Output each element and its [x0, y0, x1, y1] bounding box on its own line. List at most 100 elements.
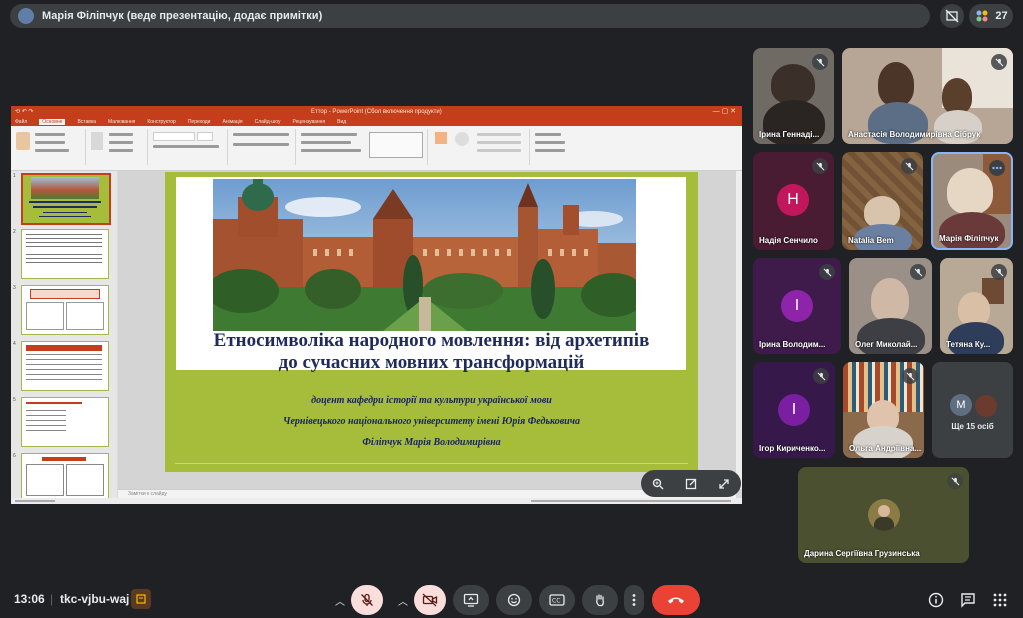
participant-name: Ірина Володим...: [759, 340, 826, 349]
presenter-avatar: [18, 8, 34, 24]
participant-tile[interactable]: Анастасія Володимирівна Сібрук: [842, 48, 1013, 144]
camera-toggle-button[interactable]: [414, 585, 446, 615]
end-call-icon: [668, 597, 684, 604]
slide-title-line2: до сучасних мовних трансформацій: [278, 352, 585, 373]
notes-placeholder: Замітки к слайду: [128, 491, 167, 497]
participant-name: Ірина Геннаді...: [759, 130, 820, 139]
ppt-tab[interactable]: Вид: [337, 119, 346, 125]
present-screen-button[interactable]: [453, 585, 489, 615]
avatar: [974, 394, 998, 418]
thumb-slide-3[interactable]: [21, 285, 109, 335]
thumb-slide-4[interactable]: [21, 341, 109, 391]
ppt-tabs: Файл Основне Вставка Малювання Конструктор Пе…: [11, 118, 742, 126]
pop-out-icon[interactable]: [680, 473, 702, 495]
participant-tile[interactable]: Ольга Андріївна...: [843, 362, 924, 458]
participant-name: Ольга Андріївна...: [849, 444, 922, 453]
participant-name: Дарина Сергіївна Грузинська: [804, 549, 920, 558]
shared-screen: ⟲ ↶ ↷ Еттор - PowerPoint (Сбол включення…: [11, 106, 742, 504]
participant-tile[interactable]: Тетяна Ку...: [940, 258, 1013, 354]
participant-name: Natalia Bem: [848, 236, 894, 245]
raise-hand-button[interactable]: [582, 585, 618, 615]
thumb-number: 3: [13, 285, 16, 291]
more-participants-tile[interactable]: M Ще 15 осіб: [932, 362, 1013, 458]
participant-tile[interactable]: І Ірина Володим...: [753, 258, 841, 354]
slide-title-line1: Етносимволіка народного мовлення: від ар…: [213, 330, 650, 351]
mic-off-icon: [361, 593, 373, 606]
ppt-window-title: Еттор - PowerPoint (Сбол включення проду…: [311, 109, 442, 115]
slide-divider: [175, 463, 688, 464]
ppt-tab[interactable]: Малювання: [108, 119, 135, 125]
participant-tile[interactable]: Natalia Bem: [842, 152, 923, 250]
avatar: Н: [777, 184, 809, 216]
ppt-tab[interactable]: Вставка: [77, 119, 96, 125]
info-icon[interactable]: [927, 591, 945, 609]
thumb-number: 6: [13, 453, 16, 459]
leave-call-button[interactable]: [652, 585, 700, 615]
vertical-scrollbar[interactable]: [736, 171, 742, 489]
more-options-icon[interactable]: [989, 160, 1005, 176]
thumb-number: 4: [13, 341, 16, 347]
avatar: [868, 499, 900, 531]
participant-tile[interactable]: Н Надія Сенчило: [753, 152, 834, 250]
ppt-tab[interactable]: Переходи: [188, 119, 211, 125]
thumb-slide-5[interactable]: [21, 397, 109, 447]
people-icon: [976, 10, 988, 22]
present-icon: [463, 593, 479, 607]
ppt-tab[interactable]: Рецензування: [293, 119, 326, 125]
activities-grid-icon[interactable]: [991, 591, 1009, 609]
thumb-slide-6[interactable]: [21, 453, 109, 503]
thumb-slide-2[interactable]: [21, 229, 109, 279]
captions-button[interactable]: CC: [539, 585, 575, 615]
mic-off-icon: [901, 158, 917, 174]
participant-tile[interactable]: Ірина Геннаді...: [753, 48, 834, 144]
mic-toggle-button[interactable]: [351, 585, 383, 615]
slide-subtitle-3: Філіпчук Марія Володимирівна: [362, 437, 501, 448]
participant-tile-active[interactable]: Марія Філіпчук: [931, 152, 1013, 250]
mic-off-icon: [819, 264, 835, 280]
presentation-off-icon[interactable]: [940, 4, 964, 28]
more-options-button[interactable]: [624, 585, 644, 615]
ppt-tab[interactable]: Слайд-шоу: [255, 119, 281, 125]
presenter-banner[interactable]: Марія Філіпчук (веде презентацію, додає …: [10, 4, 930, 28]
audio-options-icon[interactable]: ︿: [327, 585, 353, 615]
clock: 13:06: [14, 592, 45, 606]
video-options-icon[interactable]: ︿: [390, 585, 416, 615]
slide-title: Етносимволіка народного мовлення: від ар…: [165, 330, 698, 374]
mic-off-icon: [910, 264, 926, 280]
thumb-slide-1[interactable]: [21, 173, 111, 225]
mic-off-icon: [991, 54, 1007, 70]
host-badge-icon[interactable]: [131, 589, 151, 609]
participant-name: Ігор Кириченко...: [759, 444, 826, 453]
slide-subtitle-2: Чернівецького національного університету…: [283, 416, 580, 427]
reactions-button[interactable]: [496, 585, 532, 615]
slide-subtitle-1: доцент кафедри історії та культури украї…: [311, 395, 552, 406]
slide-thumbnails: 1 2 3 4 5 6: [11, 171, 117, 503]
mic-off-icon: [813, 368, 829, 384]
participants-button[interactable]: 27: [969, 4, 1013, 28]
presentation-controls: [641, 470, 741, 497]
ppt-tab[interactable]: Основне: [39, 119, 66, 125]
thumb-number: 2: [13, 229, 16, 235]
zoom-icon[interactable]: [647, 473, 669, 495]
participant-tile[interactable]: Дарина Сергіївна Грузинська: [798, 467, 969, 563]
avatar: І: [778, 394, 810, 426]
more-vert-icon: [632, 594, 636, 606]
avatar: І: [781, 290, 813, 322]
chat-icon[interactable]: [959, 591, 977, 609]
more-participants-label: Ще 15 осіб: [951, 422, 994, 431]
ppt-title-bar: ⟲ ↶ ↷ Еттор - PowerPoint (Сбол включення…: [11, 106, 742, 118]
ppt-tab[interactable]: Анімація: [222, 119, 242, 125]
meeting-code: tkc-vjbu-waj: [60, 592, 130, 606]
participant-tile[interactable]: І Ігор Кириченко...: [753, 362, 835, 458]
mic-off-icon: [991, 264, 1007, 280]
participants-count: 27: [995, 10, 1008, 22]
ppt-tab[interactable]: Конструктор: [147, 119, 176, 125]
thumb-number: 5: [13, 397, 16, 403]
avatar: M: [950, 394, 972, 416]
participant-name: Анастасія Володимирівна Сібрук: [848, 130, 981, 139]
participant-name: Тетяна Ку...: [946, 340, 991, 349]
ppt-tab[interactable]: Файл: [15, 119, 27, 125]
participant-tile[interactable]: Олег Миколай...: [849, 258, 932, 354]
fullscreen-icon[interactable]: [713, 473, 735, 495]
participant-name: Олег Миколай...: [855, 340, 918, 349]
